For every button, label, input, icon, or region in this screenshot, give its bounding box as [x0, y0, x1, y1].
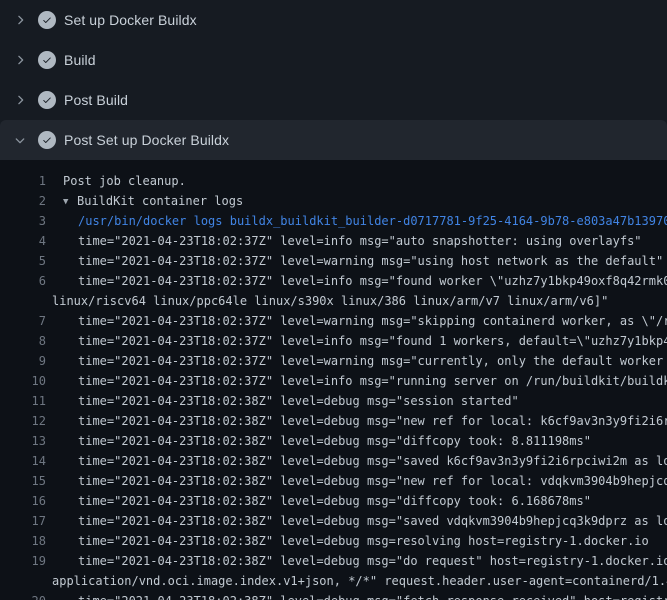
line-number[interactable]: 20 [0, 591, 46, 600]
command-text: /usr/bin/docker logs buildx_buildkit_bui… [78, 214, 667, 228]
check-circle-icon [38, 131, 56, 149]
log-line: 16 ▼time="2021-04-23T18:02:38Z" level=de… [0, 491, 667, 511]
chevron-down-icon [12, 132, 28, 148]
step-label: Set up Docker Buildx [64, 12, 197, 28]
line-number[interactable]: 17 [0, 511, 46, 531]
log-text: time="2021-04-23T18:02:38Z" level=debug … [78, 474, 667, 488]
line-number[interactable]: 3 [0, 211, 46, 231]
log-text: time="2021-04-23T18:02:38Z" level=debug … [78, 414, 667, 428]
log-text: time="2021-04-23T18:02:38Z" level=debug … [78, 494, 591, 508]
chevron-right-icon [12, 92, 28, 108]
log-panel[interactable]: 1 ▼Post job cleanup. 2 ▼BuildKit contain… [0, 160, 667, 600]
log-text: time="2021-04-23T18:02:37Z" level=warnin… [78, 314, 667, 328]
step-row-set-up-docker-buildx[interactable]: Set up Docker Buildx [0, 0, 667, 40]
triangle-down-icon[interactable]: ▼ [63, 192, 77, 212]
log-line: 3 ▼/usr/bin/docker logs buildx_buildkit_… [0, 211, 667, 231]
step-row-build[interactable]: Build [0, 40, 667, 80]
step-row-post-set-up-docker-buildx[interactable]: Post Set up Docker Buildx [0, 120, 667, 160]
log-line: 17 ▼time="2021-04-23T18:02:38Z" level=de… [0, 511, 667, 531]
log-text: time="2021-04-23T18:02:38Z" level=debug … [78, 454, 667, 468]
step-label: Build [64, 52, 96, 68]
log-text: time="2021-04-23T18:02:38Z" level=debug … [78, 554, 667, 568]
log-line: 9 ▼time="2021-04-23T18:02:37Z" level=war… [0, 351, 667, 371]
log-line: ▼linux/riscv64 linux/ppc64le linux/s390x… [0, 291, 667, 311]
line-number[interactable]: 13 [0, 431, 46, 451]
log-line: 19 ▼time="2021-04-23T18:02:38Z" level=de… [0, 551, 667, 571]
chevron-right-icon [12, 52, 28, 68]
log-line: 7 ▼time="2021-04-23T18:02:37Z" level=war… [0, 311, 667, 331]
log-text: time="2021-04-23T18:02:38Z" level=debug … [78, 514, 667, 528]
line-number[interactable]: 6 [0, 271, 46, 291]
line-number[interactable]: 16 [0, 491, 46, 511]
log-text: time="2021-04-23T18:02:38Z" level=debug … [78, 594, 667, 600]
line-number[interactable]: 14 [0, 451, 46, 471]
log-line: 2 ▼BuildKit container logs [0, 191, 667, 211]
log-text: time="2021-04-23T18:02:37Z" level=info m… [78, 374, 667, 388]
step-row-post-build[interactable]: Post Build [0, 80, 667, 120]
log-line: 14 ▼time="2021-04-23T18:02:38Z" level=de… [0, 451, 667, 471]
log-text: time="2021-04-23T18:02:37Z" level=info m… [78, 234, 642, 248]
log-text: Post job cleanup. [63, 174, 186, 188]
log-line: 15 ▼time="2021-04-23T18:02:38Z" level=de… [0, 471, 667, 491]
line-number[interactable]: 12 [0, 411, 46, 431]
chevron-right-icon [12, 12, 28, 28]
line-number[interactable]: 9 [0, 351, 46, 371]
line-number[interactable]: 15 [0, 471, 46, 491]
log-line: 10 ▼time="2021-04-23T18:02:37Z" level=in… [0, 371, 667, 391]
line-number [0, 291, 46, 311]
log-line: 12 ▼time="2021-04-23T18:02:38Z" level=de… [0, 411, 667, 431]
log-text: time="2021-04-23T18:02:38Z" level=debug … [78, 434, 591, 448]
log-line: ▼application/vnd.oci.image.index.v1+json… [0, 571, 667, 591]
line-number[interactable]: 19 [0, 551, 46, 571]
log-text: time="2021-04-23T18:02:37Z" level=info m… [78, 274, 667, 288]
log-line: 8 ▼time="2021-04-23T18:02:37Z" level=inf… [0, 331, 667, 351]
log-line: 4 ▼time="2021-04-23T18:02:37Z" level=inf… [0, 231, 667, 251]
line-number[interactable]: 7 [0, 311, 46, 331]
line-number[interactable]: 8 [0, 331, 46, 351]
log-line: 11 ▼time="2021-04-23T18:02:38Z" level=de… [0, 391, 667, 411]
log-line: 5 ▼time="2021-04-23T18:02:37Z" level=war… [0, 251, 667, 271]
line-number[interactable]: 11 [0, 391, 46, 411]
log-text: application/vnd.oci.image.index.v1+json,… [52, 574, 667, 588]
line-number[interactable]: 5 [0, 251, 46, 271]
check-circle-icon [38, 11, 56, 29]
log-line: 13 ▼time="2021-04-23T18:02:38Z" level=de… [0, 431, 667, 451]
line-number [0, 571, 46, 591]
line-number[interactable]: 2 [0, 191, 46, 211]
line-number[interactable]: 18 [0, 531, 46, 551]
step-label: Post Build [64, 92, 128, 108]
check-circle-icon [38, 51, 56, 69]
log-text: linux/riscv64 linux/ppc64le linux/s390x … [52, 294, 608, 308]
steps-panel: Set up Docker Buildx Build Post Build [0, 0, 667, 160]
line-number[interactable]: 10 [0, 371, 46, 391]
line-number[interactable]: 4 [0, 231, 46, 251]
log-line: 18 ▼time="2021-04-23T18:02:38Z" level=de… [0, 531, 667, 551]
log-text: BuildKit container logs [77, 194, 243, 208]
line-number[interactable]: 1 [0, 171, 46, 191]
check-circle-icon [38, 91, 56, 109]
log-text: time="2021-04-23T18:02:37Z" level=warnin… [78, 254, 663, 268]
log-text: time="2021-04-23T18:02:38Z" level=debug … [78, 534, 649, 548]
log-line: 20 ▼time="2021-04-23T18:02:38Z" level=de… [0, 591, 667, 600]
log-text: time="2021-04-23T18:02:37Z" level=warnin… [78, 354, 667, 368]
step-label: Post Set up Docker Buildx [64, 132, 229, 148]
log-line: 6 ▼time="2021-04-23T18:02:37Z" level=inf… [0, 271, 667, 291]
log-text: time="2021-04-23T18:02:38Z" level=debug … [78, 394, 519, 408]
log-line: 1 ▼Post job cleanup. [0, 171, 667, 191]
log-text: time="2021-04-23T18:02:37Z" level=info m… [78, 334, 667, 348]
